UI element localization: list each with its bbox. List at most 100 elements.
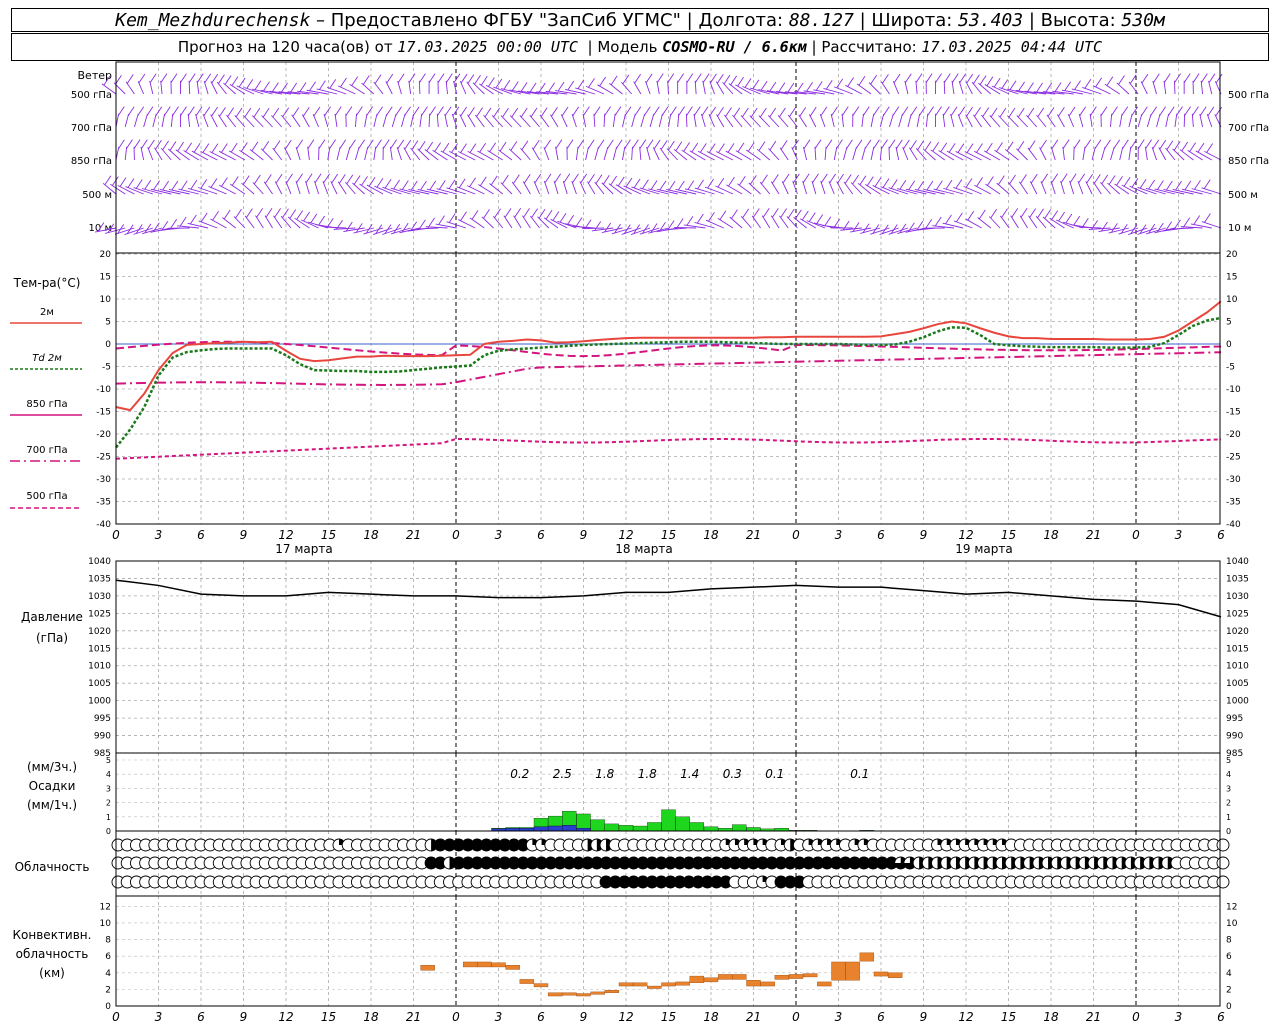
pressure-tick-left: 1000 (88, 697, 111, 707)
wind-barb-flag (728, 176, 735, 187)
wind-barb-flag (479, 143, 486, 153)
wind-barb (337, 181, 347, 195)
wind-barb-flag (282, 107, 290, 117)
wind-barb-flag (438, 215, 445, 225)
wind-barb (649, 113, 655, 128)
wind-barb-flag (494, 208, 501, 218)
wind-barb (511, 181, 522, 195)
wind-barb-flag (127, 106, 135, 116)
wind-barb-flag (104, 175, 112, 185)
wind-barb (759, 181, 771, 195)
wind-barb (555, 146, 559, 161)
wind-barb-flag (808, 212, 816, 222)
wind-barb (560, 114, 568, 128)
wind-barb-flag (957, 143, 965, 153)
wind-barb-flag (990, 107, 998, 118)
wind-barb-flag (190, 179, 198, 190)
wind-barb-flag (559, 212, 567, 223)
temp-tick-right: 20 (1226, 250, 1238, 260)
wind-barb-flag (588, 174, 595, 184)
wind-barb-flag (659, 180, 667, 191)
conv-cloud-bar (717, 974, 733, 980)
wind-barb-flag (1084, 79, 1092, 89)
wind-barb-flag (881, 139, 888, 149)
wind-barb-flag (1020, 174, 1027, 184)
wind-barb-flag (780, 140, 788, 150)
wind-barb (957, 113, 964, 128)
wind-barb-flag (895, 139, 903, 149)
wind-barb-flag (1167, 106, 1175, 116)
wind-barb (640, 113, 646, 128)
wind-barb-flag (686, 106, 693, 116)
wind-barb-flag (479, 176, 487, 187)
wind-barb (285, 180, 292, 195)
wind-barb-flag (1215, 73, 1223, 84)
wind-barb (898, 113, 903, 128)
wind-barb (529, 114, 540, 128)
wind-barb-flag (1058, 106, 1065, 117)
wind-barb-flag (520, 82, 528, 92)
wind-barb (359, 183, 375, 195)
wind-barb-flag (412, 106, 420, 116)
day-label-19: 19 марта (955, 542, 1012, 556)
wind-barb-flag (1100, 106, 1108, 116)
x-tick-label-bottom: 6 (197, 1010, 205, 1024)
wind-barb-flag (625, 177, 633, 188)
pressure-tick-left: 1005 (88, 679, 111, 689)
precip-tick-right: 1 (1226, 813, 1231, 822)
wind-barb-flag (242, 175, 250, 185)
wind-barb-flag (310, 213, 318, 224)
wind-barb-flag (1166, 140, 1174, 150)
wind-barb (843, 146, 848, 161)
temp-title: Тем-ра(°C) (13, 276, 81, 290)
wind-barb (709, 80, 715, 95)
wind-barb-flag (1116, 176, 1123, 186)
wind-barb-flag (1184, 106, 1191, 116)
wind-barb-flag (345, 221, 353, 232)
wind-barb-flag (1036, 82, 1043, 93)
conv-unit: (км) (39, 966, 65, 980)
x-tick-label: 3 (1175, 528, 1183, 542)
wind-barb (428, 113, 431, 128)
wind-barb-flag (211, 143, 219, 153)
x-tick-label: 21 (406, 528, 421, 542)
wind-barb-flag (866, 176, 874, 186)
wind-barb (870, 146, 875, 161)
wind-barb-flag (771, 208, 779, 218)
wind-barb (149, 80, 154, 95)
wind-barb (305, 180, 310, 195)
precip-tick-right: 3 (1226, 784, 1231, 793)
wind-barb-flag (162, 140, 169, 151)
wind-barb (170, 113, 174, 128)
wind-barb (389, 146, 393, 161)
wind-barb-flag (331, 173, 339, 184)
wind-barb-flag (374, 74, 382, 84)
temp-tick-left: -15 (96, 408, 111, 418)
x-tick-label-bottom: 0 (452, 1010, 460, 1024)
wind-barb-flag (825, 139, 833, 149)
wind-barb-flag (218, 74, 225, 84)
wind-barb-flag (987, 176, 994, 186)
wind-barb (767, 115, 780, 128)
wind-barb-flag (597, 139, 605, 150)
wind-barb-flag (179, 216, 187, 227)
conv-cloud-bar (788, 974, 804, 979)
wind-barb-flag (520, 107, 528, 118)
wind-barb-flag (699, 143, 707, 153)
wind-barb-flag (814, 139, 822, 149)
wind-barb (1144, 146, 1148, 161)
precip-rain-bar (689, 822, 704, 832)
wind-barb-flag (421, 106, 428, 116)
wind-barb-flag (1163, 73, 1171, 83)
wind-barb (537, 216, 550, 229)
wind-barb (708, 114, 715, 128)
x-tick-label-bottom: 9 (580, 1010, 588, 1024)
wind-barb (271, 115, 283, 128)
wind-barb (861, 113, 864, 128)
wind-barb-flag (469, 143, 477, 153)
wind-barb-flag (299, 82, 307, 92)
wind-barb-flag (604, 106, 611, 116)
wind-level-500hpa: 500 гПа (71, 90, 112, 101)
wind-barb-flag (725, 107, 732, 117)
wind-barb-flag (230, 142, 238, 153)
